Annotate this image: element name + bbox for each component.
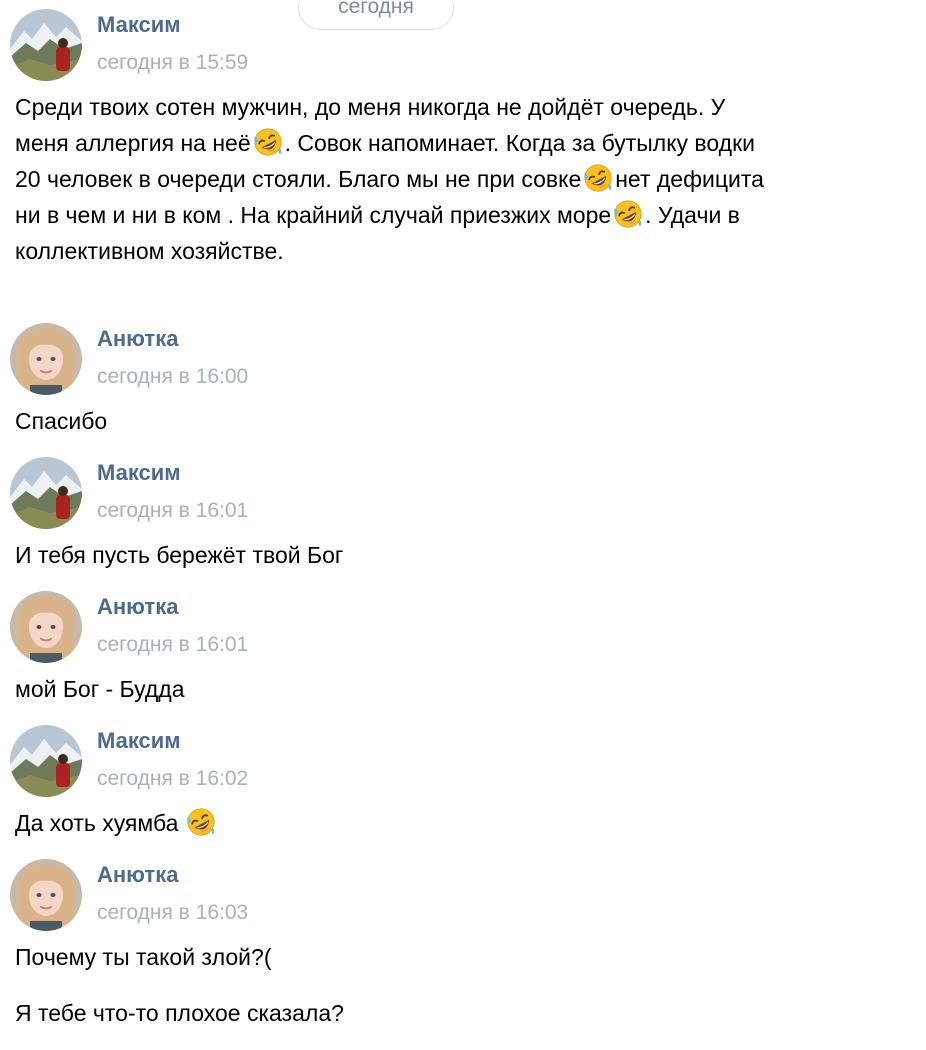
date-divider-pill: сегодня: [298, 0, 454, 30]
avatar[interactable]: [10, 591, 82, 663]
avatar[interactable]: [10, 725, 82, 797]
message-text: Почему ты такой злой?( Я тебе что-то пло…: [15, 939, 775, 1031]
avatar[interactable]: [10, 457, 82, 529]
maksim-avatar-image: [10, 725, 82, 797]
message-time[interactable]: сегодня в 16:01: [97, 632, 248, 658]
message-author[interactable]: Анютка: [97, 326, 178, 352]
message-line: Почему ты такой злой?(: [15, 944, 272, 970]
rofl-emoji-icon: [253, 127, 283, 157]
message-text-segment: Да хоть хуямба: [15, 810, 179, 836]
message-time[interactable]: сегодня в 16:02: [97, 766, 248, 792]
avatar[interactable]: [10, 323, 82, 395]
rofl-emoji-icon: [613, 199, 643, 229]
anyutka-avatar-image: [10, 859, 82, 931]
message-author[interactable]: Максим: [97, 460, 181, 486]
message-time[interactable]: сегодня в 16:03: [97, 900, 248, 926]
message-author[interactable]: Максим: [97, 728, 181, 754]
message-author[interactable]: Максим: [97, 12, 181, 38]
message-text: мой Бог - Будда: [15, 676, 185, 702]
message-author[interactable]: Анютка: [97, 862, 178, 888]
maksim-avatar-image: [10, 457, 82, 529]
message-time[interactable]: сегодня в 15:59: [97, 50, 248, 76]
anyutka-avatar-image: [10, 323, 82, 395]
avatar[interactable]: [10, 9, 82, 81]
message-author[interactable]: Анютка: [97, 594, 178, 620]
message-time[interactable]: сегодня в 16:00: [97, 364, 248, 390]
maksim-avatar-image: [10, 9, 82, 81]
rofl-emoji-icon: [583, 163, 613, 193]
rofl-emoji-icon: [186, 807, 216, 837]
message-text: Спасибо: [15, 408, 108, 434]
message-line: Я тебе что-то плохое сказала?: [15, 1000, 344, 1026]
avatar[interactable]: [10, 859, 82, 931]
message-text: Среди твоих сотен мужчин, до меня никогд…: [15, 89, 775, 269]
message-text: Да хоть хуямба: [15, 805, 775, 841]
message-text: И тебя пусть бережёт твой Бог: [15, 542, 344, 568]
anyutka-avatar-image: [10, 591, 82, 663]
message-time[interactable]: сегодня в 16:01: [97, 498, 248, 524]
